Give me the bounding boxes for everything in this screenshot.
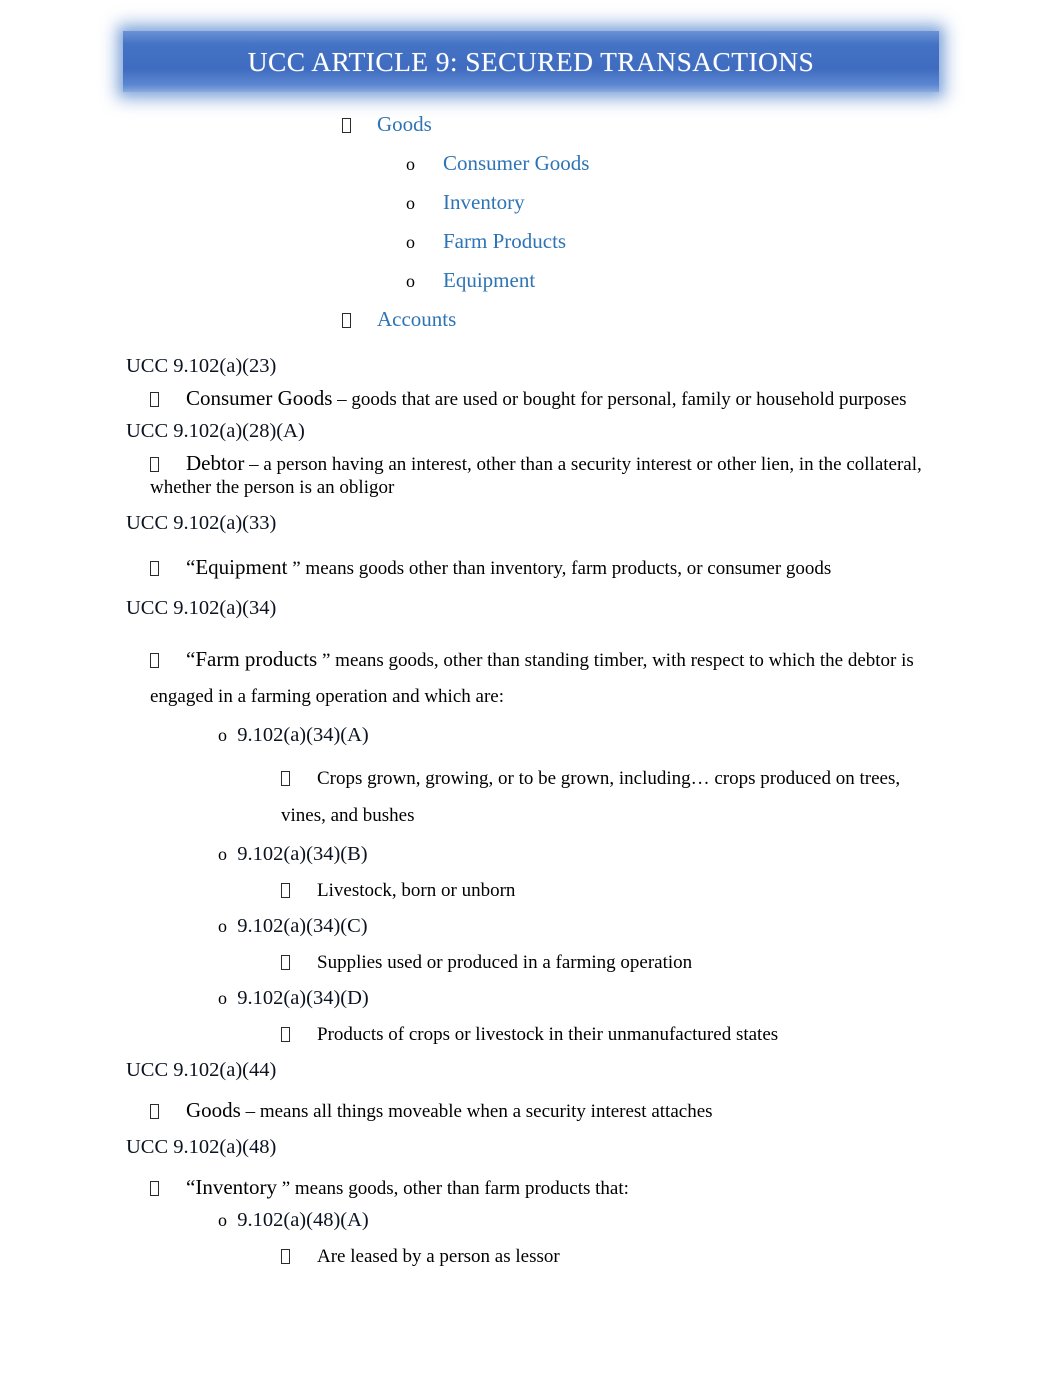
tofu-bullet-icon [150,561,159,576]
tofu-bullet-icon [342,118,351,133]
subitem-text: Supplies used or produced in a farming o… [317,952,693,973]
o-bullet-marker: o [218,1210,227,1230]
outline-item-goods: Goods [0,112,1062,151]
highlighted-citation: UCC 9.102(a)(48) [124,1135,281,1162]
definition-consumer-goods: Consumer Goods – goods that are used or … [0,387,940,411]
o-bullet-marker: o [406,193,415,213]
tofu-bullet-icon [150,457,159,472]
subcitation-heading: o 9.102(a)(48)(A) [0,1208,1062,1245]
highlighted-subcitation: o 9.102(a)(34)(C) [216,914,372,941]
outline-label: Consumer Goods [443,151,590,175]
highlighted-subcitation: o 9.102(a)(34)(B) [216,842,372,869]
outline-item-farm-products: o Farm Products [0,229,1062,268]
banner-bar: UCC ARTICLE 9: SECURED TRANSACTIONS [123,31,939,92]
document-page: UCC ARTICLE 9: SECURED TRANSACTIONS Good… [0,0,1062,1376]
citation-heading: UCC 9.102(a)(28)(A) [0,419,1062,452]
o-bullet-marker: o [218,844,227,864]
subitem-text: Are leased by a person as lessor [317,1246,560,1267]
outline-item-consumer-goods: o Consumer Goods [0,151,1062,190]
defined-term: Debtor [186,451,245,475]
o-bullet-marker: o [406,232,415,252]
definition-farm-products: “Farm products ” means goods, other than… [0,641,940,715]
highlighted-citation: UCC 9.102(a)(44) [124,1058,281,1085]
tofu-bullet-icon [150,653,159,668]
definition-text: – goods that are used or bought for pers… [332,389,907,410]
highlighted-subcitation: o 9.102(a)(48)(A) [216,1208,373,1235]
definition-text: ” means goods, other than farm products … [276,1178,629,1199]
defined-term: Goods [186,1098,241,1122]
tofu-bullet-icon [281,771,290,786]
page-title: UCC ARTICLE 9: SECURED TRANSACTIONS [247,45,815,77]
subitem-text-34a: Crops grown, growing, or to be grown, in… [0,760,941,834]
definition-debtor: Debtor – a person having an interest, ot… [0,452,940,499]
defined-term: Consumer Goods [186,386,333,410]
highlighted-citation: UCC 9.102(a)(23) [124,354,281,381]
o-bullet-marker: o [218,725,227,745]
subitem-text-34d: Products of crops or livestock in their … [0,1023,941,1046]
outline-label: Accounts [377,307,457,331]
o-bullet-marker: o [406,271,415,291]
tofu-bullet-icon [150,1104,159,1119]
document-body: Goods o Consumer Goods o Inventory o Farm P… [0,112,1062,1268]
outline-label: Equipment [443,268,536,292]
subitem-text-48a: Are leased by a person as lessor [0,1245,941,1268]
tofu-bullet-icon [281,1249,290,1264]
outline-item-inventory: o Inventory [0,190,1062,229]
subitem-text-34b: Livestock, born or unborn [0,879,941,902]
highlighted-citation: UCC 9.102(a)(33) [124,511,281,538]
subcitation-heading: o 9.102(a)(34)(B) [0,842,1062,879]
citation-heading: UCC 9.102(a)(33) [0,511,1062,544]
citation-heading: UCC 9.102(a)(34) [0,596,1062,629]
citation-heading: UCC 9.102(a)(23) [0,354,1062,387]
definition-text: – means all things moveable when a secur… [240,1101,713,1122]
outline-item-accounts: Accounts [0,307,1062,346]
definition-goods: Goods – means all things moveable when a… [0,1099,940,1123]
subitem-text-34c: Supplies used or produced in a farming o… [0,951,941,974]
defined-term: “Inventory [186,1175,277,1199]
tofu-bullet-icon [281,883,290,898]
subcitation-heading: o 9.102(a)(34)(A) [0,723,1062,760]
defined-term: “Equipment [186,555,288,579]
title-banner: UCC ARTICLE 9: SECURED TRANSACTIONS [117,24,945,99]
outline-label: Farm Products [443,229,567,253]
outline-label: Inventory [443,190,525,214]
subcitation-heading: o 9.102(a)(34)(C) [0,914,1062,951]
definition-text: ” means goods other than inventory, farm… [287,558,832,579]
subitem-text: Crops grown, growing, or to be grown, in… [281,768,901,826]
tofu-bullet-icon [342,313,351,328]
tofu-bullet-icon [150,392,159,407]
subcitation-heading: o 9.102(a)(34)(D) [0,986,1062,1023]
tofu-bullet-icon [150,1181,159,1196]
tofu-bullet-icon [281,1027,290,1042]
o-bullet-marker: o [406,154,415,174]
highlighted-subcitation: o 9.102(a)(34)(D) [216,986,373,1013]
o-bullet-marker: o [218,988,227,1008]
tofu-bullet-icon [281,955,290,970]
highlighted-citation: UCC 9.102(a)(34) [124,596,281,623]
o-bullet-marker: o [218,916,227,936]
highlighted-subcitation: o 9.102(a)(34)(A) [216,723,373,750]
defined-term: “Farm products [186,647,318,671]
citation-heading: UCC 9.102(a)(44) [0,1058,1062,1091]
subitem-text: Products of crops or livestock in their … [317,1024,779,1045]
outline-item-equipment: o Equipment [0,268,1062,307]
definition-text: – a person having an interest, other tha… [150,454,922,498]
highlighted-citation: UCC 9.102(a)(28)(A) [124,419,309,446]
definition-equipment: “Equipment ” means goods other than inve… [0,556,940,580]
definition-inventory: “Inventory ” means goods, other than far… [0,1176,940,1200]
citation-heading: UCC 9.102(a)(48) [0,1135,1062,1168]
outline-label: Goods [377,112,432,136]
subitem-text: Livestock, born or unborn [317,880,516,901]
